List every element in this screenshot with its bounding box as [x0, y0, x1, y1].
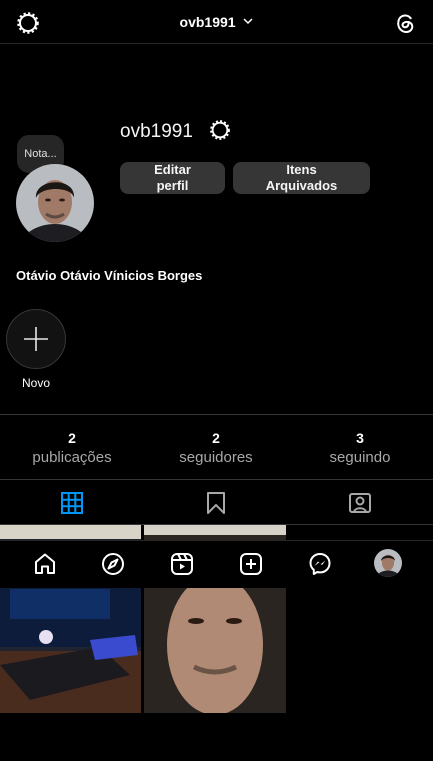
stat-followers-count: 2 — [212, 430, 220, 446]
explore-icon[interactable] — [98, 549, 128, 579]
full-name: Otávio Otávio Vínicios Borges — [16, 268, 203, 283]
messenger-icon[interactable] — [305, 549, 335, 579]
profile-avatar[interactable] — [374, 549, 402, 577]
tagged-icon — [349, 492, 371, 513]
tab-tagged[interactable] — [288, 481, 432, 524]
stat-followers-label: seguidores — [179, 449, 253, 466]
create-icon[interactable] — [236, 549, 266, 579]
archive-label: Itens Arquivados — [265, 162, 338, 193]
archive-button[interactable]: Itens Arquivados — [233, 162, 370, 194]
reels-icon[interactable] — [167, 549, 197, 579]
stat-following-label: seguindo — [329, 449, 391, 466]
grid-icon — [61, 491, 83, 514]
tab-saved[interactable] — [144, 481, 288, 524]
profile-username: ovb1991 — [120, 121, 193, 142]
home-icon[interactable] — [30, 549, 60, 579]
settings-gear-icon[interactable] — [207, 117, 233, 143]
edit-profile-button[interactable]: Editar perfil — [120, 162, 225, 194]
stat-posts-count: 2 — [68, 430, 76, 446]
stat-posts: 2 publicações — [0, 430, 144, 466]
threads-icon[interactable] — [391, 9, 419, 37]
new-highlight-label: Novo — [21, 376, 50, 390]
stat-following-count: 3 — [356, 430, 364, 446]
stat-following[interactable]: 3 seguindo — [288, 430, 432, 466]
note-label: Nota... — [24, 148, 57, 160]
chevron-down-icon — [243, 12, 253, 28]
tab-posts-grid[interactable] — [0, 481, 144, 524]
new-highlight-button[interactable] — [6, 309, 66, 369]
plus-icon — [24, 327, 48, 351]
profile-avatar[interactable] — [16, 164, 94, 242]
header-username-label: ovb1991 — [179, 14, 236, 30]
edit-profile-label: Editar perfil — [154, 162, 191, 193]
divider — [0, 414, 433, 415]
saved-icon — [207, 491, 225, 514]
bottom-nav — [0, 540, 433, 588]
stat-followers[interactable]: 2 seguidores — [144, 430, 288, 466]
stat-posts-label: publicações — [32, 449, 112, 466]
divider — [0, 479, 433, 480]
header-username[interactable]: ovb1991 — [0, 12, 433, 30]
